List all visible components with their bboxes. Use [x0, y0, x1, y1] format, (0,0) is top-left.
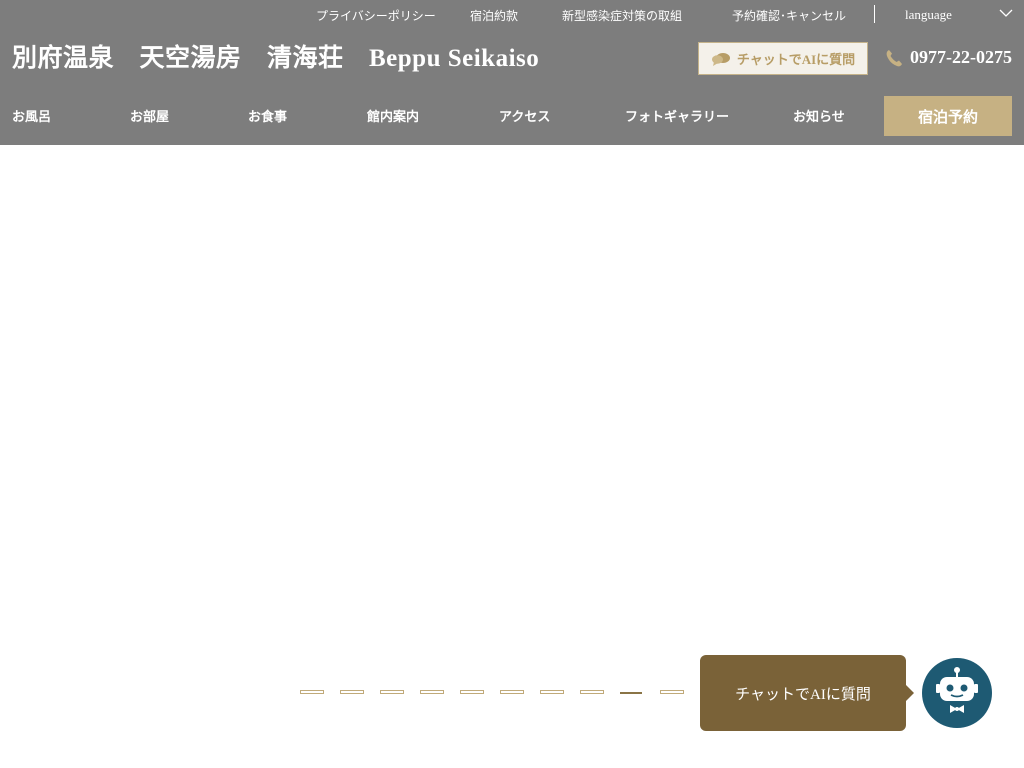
slider-indicator-9[interactable]	[620, 692, 642, 694]
nav-item-photo-gallery[interactable]: フォトギャラリー	[625, 106, 729, 125]
chat-widget-bubble[interactable]: チャットでAIに質問	[700, 655, 914, 731]
accommodation-terms-link[interactable]: 宿泊約款	[470, 7, 518, 24]
chevron-down-icon	[999, 9, 1013, 17]
reservation-check-link[interactable]: 予約確認･キャンセル	[732, 7, 846, 24]
phone-icon	[886, 49, 902, 66]
nav-item-bath[interactable]: お風呂	[12, 106, 51, 125]
nav-item-access[interactable]: アクセス	[499, 106, 550, 125]
privacy-policy-link[interactable]: プライバシーポリシー	[316, 7, 436, 24]
reserve-button[interactable]: 宿泊予約	[884, 96, 1012, 136]
slider-indicator-2[interactable]	[340, 690, 364, 694]
chat-ai-button-label: チャットでAIに質問	[736, 52, 856, 67]
phone-number[interactable]: 0977-22-0275	[884, 47, 1012, 68]
site-title[interactable]: 別府温泉 天空湯房 清海荘 Beppu Seikaiso	[12, 38, 539, 74]
chat-bubble-tail	[906, 685, 914, 701]
robot-icon	[936, 667, 978, 713]
chat-bubbles-icon	[711, 52, 730, 66]
slider-indicator-7[interactable]	[540, 690, 564, 694]
slider-indicator-3[interactable]	[380, 690, 404, 694]
chat-robot-button[interactable]	[922, 658, 992, 728]
slider-indicator-8[interactable]	[580, 690, 604, 694]
slider-indicator-5[interactable]	[460, 690, 484, 694]
nav-item-facilities[interactable]: 館内案内	[367, 106, 419, 125]
slider-indicator-6[interactable]	[500, 690, 524, 694]
slider-indicator-10[interactable]	[660, 690, 684, 694]
chat-ai-button[interactable]: チャットでAIに質問	[698, 42, 868, 75]
infection-measures-link[interactable]: 新型感染症対策の取組	[562, 7, 682, 24]
chat-widget-label: チャットでAIに質問	[735, 686, 871, 703]
nav-item-meals[interactable]: お食事	[248, 106, 287, 125]
slider-indicator-1[interactable]	[300, 690, 324, 694]
phone-number-text: 0977-22-0275	[910, 47, 1012, 67]
slider-indicator-4[interactable]	[420, 690, 444, 694]
language-selector[interactable]: language	[905, 7, 1013, 25]
utility-bar: プライバシーポリシー 宿泊約款 新型感染症対策の取組 予約確認･キャンセル la…	[0, 0, 1024, 30]
site-header: プライバシーポリシー 宿泊約款 新型感染症対策の取組 予約確認･キャンセル la…	[0, 0, 1024, 145]
utility-divider	[874, 5, 875, 23]
language-label: language	[905, 7, 952, 22]
nav-item-rooms[interactable]: お部屋	[130, 106, 169, 125]
nav-item-news[interactable]: お知らせ	[793, 106, 845, 125]
